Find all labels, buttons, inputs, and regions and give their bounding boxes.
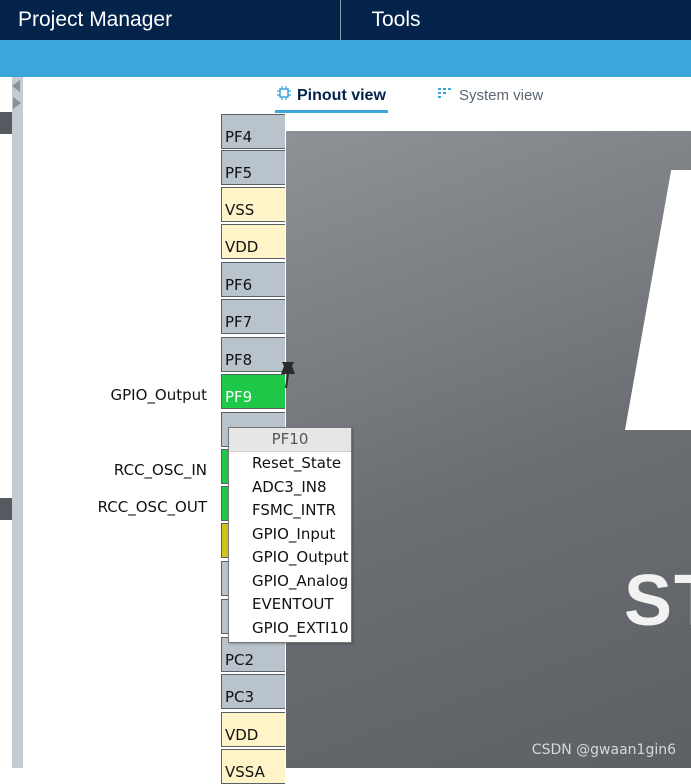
menu-item-gpio-output[interactable]: GPIO_Output — [229, 546, 351, 570]
pin-label-rcc-osc-in: RCC_OSC_IN — [113, 461, 207, 479]
pin-pf6[interactable]: PF6 — [221, 262, 285, 297]
pin-function-menu: PF10 Reset_State ADC3_IN8 FSMC_INTR GPIO… — [228, 427, 352, 643]
collapse-marker-top[interactable] — [0, 112, 12, 134]
menu-item-reset-state[interactable]: Reset_State — [229, 452, 351, 476]
chip-logo-text: ST — [624, 561, 691, 641]
tab-system-label: System view — [459, 87, 544, 104]
grid-icon — [437, 84, 453, 106]
left-panel-edge — [0, 77, 12, 768]
menu-item-gpio-exti10[interactable]: GPIO_EXTI10 — [229, 617, 351, 641]
tab-pinout-label: Pinout view — [297, 87, 386, 104]
tab-project-manager[interactable]: Project Manager — [18, 0, 172, 40]
pin-vdd-2[interactable]: VDD — [221, 712, 285, 747]
pin-label-gpio-output: GPIO_Output — [110, 386, 207, 404]
arrow-right-icon[interactable] — [13, 97, 21, 109]
tab-pinout-view[interactable]: Pinout view — [275, 84, 388, 113]
tab-tools[interactable]: Tools — [341, 0, 691, 40]
menu-item-fsmc-intr[interactable]: FSMC_INTR — [229, 499, 351, 523]
arrow-left-icon[interactable] — [12, 80, 20, 92]
watermark: CSDN @gwaan1gin6 — [531, 742, 676, 758]
collapse-marker-bottom[interactable] — [0, 498, 12, 520]
tab-tools-label: Tools — [371, 8, 421, 31]
pushpin-icon — [276, 360, 300, 390]
menu-item-adc3-in8[interactable]: ADC3_IN8 — [229, 476, 351, 500]
pin-label-rcc-osc-out: RCC_OSC_OUT — [97, 498, 207, 516]
menu-item-gpio-input[interactable]: GPIO_Input — [229, 523, 351, 547]
chip-icon — [277, 84, 291, 106]
tab-system-view[interactable]: System view — [437, 84, 543, 110]
pin-vdd[interactable]: VDD — [221, 224, 285, 259]
pin-pc3[interactable]: PC3 — [221, 674, 285, 709]
menu-item-gpio-analog[interactable]: GPIO_Analog — [229, 570, 351, 594]
sub-toolbar — [0, 40, 691, 77]
pin-pf4[interactable]: PF4 — [221, 114, 285, 149]
menu-item-eventout[interactable]: EVENTOUT — [229, 593, 351, 617]
pin-pf5[interactable]: PF5 — [221, 150, 285, 185]
pin-vss[interactable]: VSS — [221, 187, 285, 222]
menu-title: PF10 — [229, 428, 351, 452]
pin-pf7[interactable]: PF7 — [221, 299, 285, 334]
left-scroll-strip[interactable] — [12, 77, 23, 768]
pin-vssa[interactable]: VSSA — [221, 749, 285, 784]
